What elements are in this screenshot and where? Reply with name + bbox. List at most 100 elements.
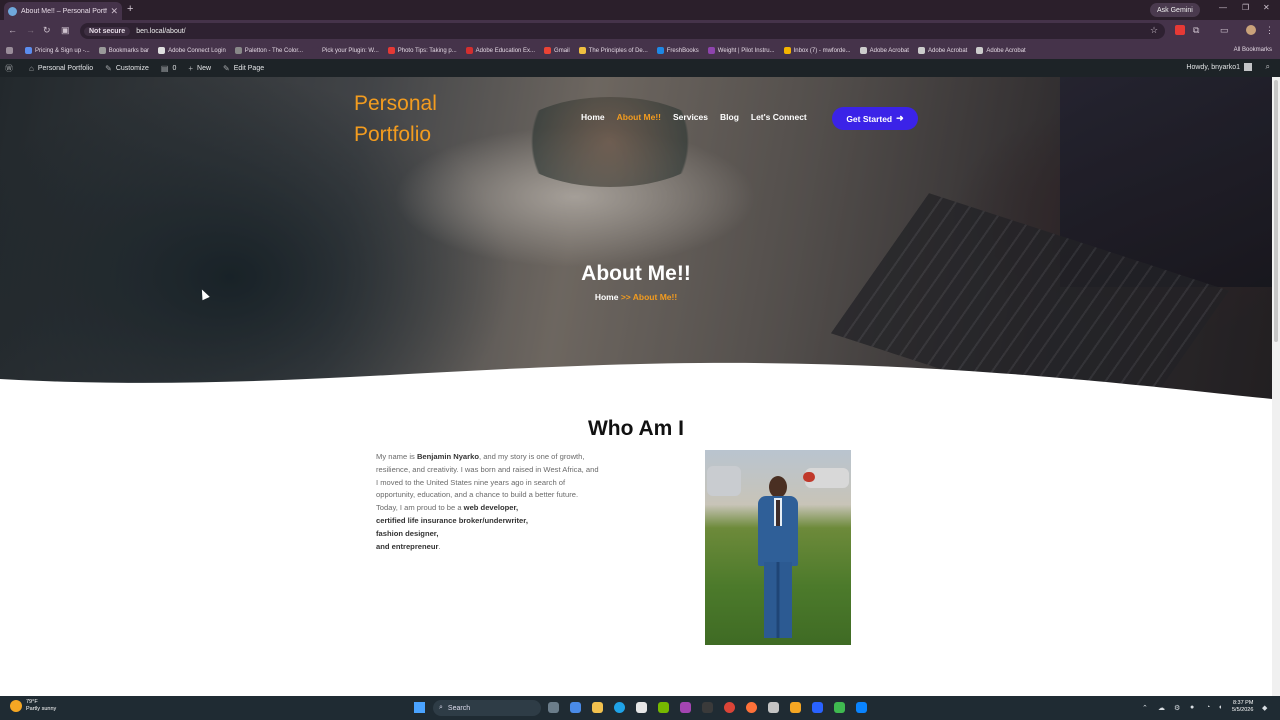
bookmark-item[interactable]: Pricing & Sign up -... — [25, 47, 90, 54]
all-bookmarks-button[interactable]: All Bookmarks — [1234, 47, 1272, 53]
url-text[interactable]: ben.local/about/ — [136, 28, 185, 35]
store-icon[interactable] — [636, 702, 647, 713]
weather-widget[interactable]: 79°F Partly sunny — [10, 699, 56, 713]
site-logo[interactable]: Personal Portfolio — [354, 88, 437, 150]
bookmark-item[interactable]: Paletton - The Color... — [234, 47, 303, 54]
git-icon[interactable] — [834, 702, 845, 713]
new-tab-icon[interactable]: + — [127, 3, 133, 15]
wp-new-label: New — [197, 64, 212, 72]
bookmark-favicon-icon — [917, 47, 925, 54]
wp-edit-page-link[interactable]: ✎ Edit Page — [223, 64, 264, 73]
bookmark-item[interactable]: FreshBooks — [656, 47, 699, 54]
address-bar[interactable]: Not secure ben.local/about/ — [80, 23, 1165, 39]
active-app-icon[interactable] — [856, 702, 867, 713]
wp-search-icon[interactable]: ⌕ — [1266, 62, 1270, 72]
bookmark-label: Pick your Plugin: W... — [322, 47, 379, 54]
bookmark-item[interactable]: Pick your Plugin: W... — [312, 47, 379, 54]
windows-start-icon[interactable] — [414, 702, 425, 713]
app-icon[interactable] — [680, 702, 691, 713]
bookmark-item[interactable]: The Principles of De... — [578, 47, 648, 54]
bookmark-item[interactable]: Adobe Acrobat — [859, 47, 909, 54]
bookmark-item[interactable]: Inbox (7) - mwforde... — [783, 47, 851, 54]
ask-gemini-button[interactable]: Ask Gemini — [1150, 3, 1200, 17]
extension-icon[interactable] — [1175, 25, 1185, 35]
tray-chevron-icon[interactable]: ⌃ — [1142, 704, 1148, 712]
task-view-icon[interactable] — [548, 702, 559, 713]
copilot-icon[interactable] — [570, 702, 581, 713]
wp-comments-count: 0 — [172, 64, 177, 72]
nav-home[interactable]: Home — [581, 112, 605, 122]
tray-app-icon[interactable]: ⚙ — [1174, 704, 1180, 712]
extensions-icon[interactable]: ⧉ — [1193, 25, 1199, 36]
bookmark-label: The Principles of De... — [588, 47, 648, 54]
forward-icon[interactable]: → — [26, 25, 35, 35]
bookmark-item[interactable]: Photo Tips: Taking p... — [387, 47, 457, 54]
notification-bell-icon[interactable]: ◆ — [1262, 704, 1267, 712]
cloud-icon[interactable] — [790, 702, 801, 713]
tray-mic-icon[interactable]: ● — [1190, 704, 1194, 711]
wp-customize-link[interactable]: ✎ Customize — [105, 64, 149, 73]
tray-network-icon[interactable]: ☁ — [1158, 704, 1165, 712]
edge-icon[interactable] — [614, 702, 625, 713]
wp-new-link[interactable]: + New — [188, 64, 211, 73]
wp-site-link[interactable]: ⌂ Personal Portfolio — [29, 64, 93, 73]
breadcrumb-home[interactable]: Home — [595, 292, 619, 302]
wordpress-logo-icon[interactable]: Ⓦ — [5, 63, 17, 74]
nvidia-icon[interactable] — [658, 702, 669, 713]
get-started-button[interactable]: Get Started ➜ — [832, 107, 918, 130]
nav-services[interactable]: Services — [673, 112, 708, 122]
reload-icon[interactable]: ↻ — [43, 25, 51, 36]
bookmark-label: Weight | Pilot Instru... — [717, 47, 775, 54]
get-started-label: Get Started — [846, 113, 893, 124]
bookmark-item[interactable]: Weight | Pilot Instru... — [707, 47, 775, 54]
wp-user-avatar[interactable] — [1244, 63, 1252, 71]
back-icon[interactable]: ← — [8, 25, 17, 35]
browser-tab[interactable]: About Me!! – Personal Portfolio ✕ — [4, 2, 122, 20]
sidebar-icon[interactable]: ▣ — [61, 25, 70, 36]
brave-icon[interactable] — [746, 702, 757, 713]
bookmark-item[interactable]: Adobe Connect Login — [158, 47, 226, 54]
bookmark-item[interactable]: Adobe Acrobat — [917, 47, 967, 54]
wp-comments-link[interactable]: ▤ 0 — [161, 64, 176, 73]
file-explorer-icon[interactable] — [592, 702, 603, 713]
bookmark-item[interactable]: Bookmarks bar — [98, 47, 149, 54]
profile-avatar[interactable] — [1246, 25, 1256, 35]
tray-volume-icon[interactable]: ◖ — [1218, 704, 1222, 711]
taskbar-clock[interactable]: 8:37 PM 5/5/2026 — [1232, 700, 1253, 714]
bookmark-item[interactable]: Gmail — [544, 47, 570, 54]
nav-about[interactable]: About Me!! — [617, 112, 661, 122]
bookmark-item[interactable]: Adobe Education Ex... — [465, 47, 535, 54]
partly-sunny-icon — [10, 700, 22, 712]
screenshot-icon[interactable] — [768, 702, 779, 713]
browser-menu-icon[interactable]: ⋮ — [1265, 25, 1274, 36]
nav-blog[interactable]: Blog — [720, 112, 739, 122]
bookmark-favicon-icon — [25, 47, 32, 54]
photo-car-left — [707, 466, 741, 496]
tab-search-icon[interactable]: ▭ — [1220, 25, 1229, 36]
bookmark-favicon-icon — [465, 47, 473, 54]
weather-temp: 79°F — [26, 699, 38, 705]
bookmarks-bar: Pricing & Sign up -... Bookmarks bar Adobe… — [0, 42, 1280, 59]
bookmark-item[interactable]: Adobe Acrobat — [976, 47, 1026, 54]
taskbar-search[interactable]: ⌕ Search — [433, 700, 541, 716]
not-secure-badge[interactable]: Not secure — [84, 26, 131, 36]
chrome-icon[interactable] — [724, 702, 735, 713]
tray-wifi-icon[interactable]: ◔ — [1206, 704, 1210, 711]
bookmark-favicon-icon — [976, 47, 984, 54]
restore-icon[interactable]: ❐ — [1242, 3, 1249, 12]
vscode-icon[interactable] — [812, 702, 823, 713]
wp-howdy-user[interactable]: Howdy, bnyarko1 — [1186, 64, 1240, 71]
bookmark-star-icon[interactable]: ☆ — [1150, 25, 1158, 36]
minimize-icon[interactable]: — — [1219, 3, 1227, 12]
apps-icon[interactable] — [6, 47, 16, 54]
close-tab-icon[interactable]: ✕ — [110, 6, 118, 17]
weather-desc: Partly sunny — [26, 706, 57, 712]
wp-customize-label: Customize — [115, 64, 149, 72]
scrollbar-thumb[interactable] — [1274, 80, 1278, 342]
nav-connect[interactable]: Let's Connect — [751, 112, 807, 122]
wp-site-label: Personal Portfolio — [37, 64, 94, 72]
terminal-icon[interactable] — [702, 702, 713, 713]
close-window-icon[interactable]: ✕ — [1263, 3, 1270, 12]
photo-car-red — [803, 472, 815, 482]
bookmark-label: Adobe Connect Login — [168, 47, 226, 54]
